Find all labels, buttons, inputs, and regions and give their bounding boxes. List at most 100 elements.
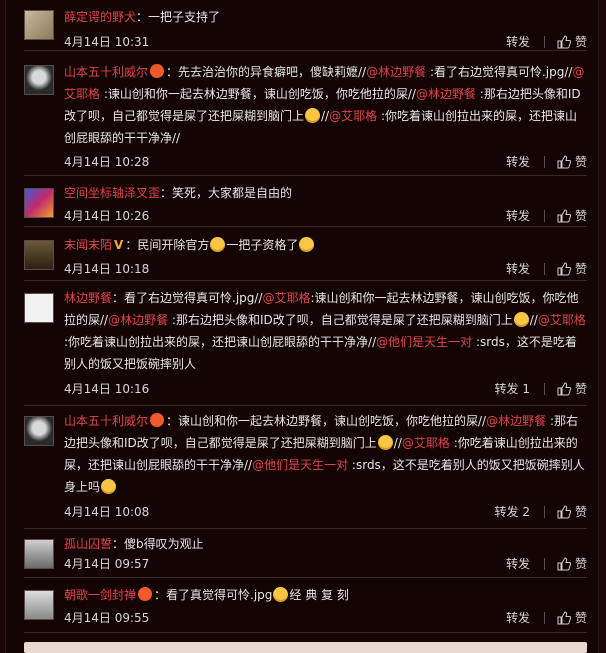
verified-badge-icon: V — [114, 238, 124, 252]
avatar[interactable] — [24, 539, 54, 569]
thumbs-up-icon — [557, 610, 571, 624]
comment-meta: 4月14日 10:08 转发 2 赞 — [64, 503, 587, 521]
comment-item: 山本五十利威尔 ：谏山创和你一起去林边野餐，谏山创吃饭，你吃他拉的屎//@林边野餐… — [24, 410, 587, 529]
repost-button[interactable]: 转发 — [506, 153, 530, 170]
emoji-icon — [513, 312, 529, 327]
divider — [543, 382, 545, 395]
repost-button[interactable]: 转发 — [506, 33, 530, 50]
emoji-icon — [210, 237, 226, 252]
avatar[interactable] — [24, 65, 54, 95]
thumbs-up-icon — [557, 556, 571, 570]
comment-text: 山本五十利威尔 ：先去治治你的异食癖吧，傻缺莉嬷//@林边野餐 :看了右边觉得真可… — [64, 61, 587, 149]
timestamp: 4月14日 10:31 — [64, 35, 150, 49]
repost-button[interactable]: 转发 — [506, 609, 530, 626]
username-link[interactable]: 薛定谔的野犬 — [64, 10, 136, 24]
mention-link[interactable]: @林边野餐 — [416, 87, 476, 101]
comment-meta: 4月14日 10:16 转发 1 赞 — [64, 380, 587, 398]
comment-actions: 转发 赞 — [506, 33, 587, 50]
thumbs-up-icon — [557, 504, 571, 518]
mention-link[interactable]: @艾耶格 — [402, 436, 450, 450]
comment-segment: ：看了真觉得可怜.jpg — [154, 588, 273, 602]
mention-link[interactable]: @艾耶格 — [263, 291, 311, 305]
mention-link[interactable]: @艾耶格 — [329, 109, 377, 123]
username-link[interactable]: 山本五十利威尔 — [64, 414, 148, 428]
like-button[interactable]: 赞 — [557, 609, 587, 626]
comment-meta: 4月14日 10:28 转发 赞 — [64, 153, 587, 171]
comment-segment: 一把子资格了 — [226, 238, 299, 252]
like-button[interactable]: 赞 — [557, 153, 587, 170]
like-button[interactable]: 赞 — [557, 33, 587, 50]
comment-segment: ：民间开除官方 — [125, 238, 210, 252]
mention-link[interactable]: @他们是天生一对 — [252, 458, 348, 472]
repost-button[interactable]: 转发 2 — [495, 503, 530, 520]
divider — [543, 155, 545, 168]
username-link[interactable]: 孤山囚誓 — [64, 537, 112, 551]
comment-actions: 转发 赞 — [506, 260, 587, 277]
divider — [543, 209, 545, 222]
emoji-icon — [377, 435, 393, 450]
comment-item: 林边野餐：看了右边觉得真可怜.jpg//@艾耶格:谏山创和你一起去林边野餐，谏山… — [24, 287, 587, 406]
comment-actions: 转发 1 赞 — [495, 380, 587, 397]
comment-body: ：傻b得叹为观止 — [112, 537, 204, 551]
comment-segment: ：先去治治你的异食癖吧，傻缺莉嬷// — [166, 65, 367, 79]
comment-text: 末闻末陌 V ：民间开除官方 一把子资格了 — [64, 234, 587, 256]
like-button[interactable]: 赞 — [557, 555, 587, 572]
repost-button[interactable]: 转发 1 — [495, 380, 530, 397]
mention-link[interactable]: @林边野餐 — [486, 414, 546, 428]
mention-link[interactable]: @林边野餐 — [366, 65, 426, 79]
avatar[interactable] — [24, 590, 54, 620]
username-link[interactable]: 末闻末陌 — [64, 238, 112, 252]
timestamp: 4月14日 10:28 — [64, 155, 150, 169]
comment-actions: 转发 赞 — [506, 207, 587, 224]
comment-actions: 转发 2 赞 — [495, 503, 587, 520]
mention-link[interactable]: @艾耶格 — [538, 313, 586, 327]
like-label: 赞 — [574, 611, 587, 625]
repost-button[interactable]: 转发 — [506, 555, 530, 572]
comment-body: ：笑死，大家都是自由的 — [160, 186, 293, 200]
timestamp: 4月14日 09:57 — [64, 557, 150, 571]
comment-segment: 经 典 复 刻 — [289, 588, 349, 602]
comment-text: 孤山囚誓：傻b得叹为观止 — [64, 533, 587, 555]
divider — [543, 35, 545, 48]
truncated-notice-bar — [24, 642, 587, 653]
comment-meta: 4月14日 09:55 转发 赞 — [64, 609, 587, 627]
comment-text: 朝歌一剑封禅 ：看了真觉得可怜.jpg 经 典 复 刻 — [64, 584, 587, 606]
comment-text: 薛定谔的野犬：一把子支持了 — [64, 6, 587, 28]
divider — [543, 505, 545, 518]
comment-segment: :你吃着谏山创拉出来的屎，还把谏山创屁眼舔的干干净净// — [64, 335, 377, 349]
member-badge-icon — [138, 587, 153, 601]
username-link[interactable]: 朝歌一剑封禅 — [64, 588, 136, 602]
emoji-icon — [305, 108, 321, 123]
avatar[interactable] — [24, 416, 54, 446]
comment-item: 朝歌一剑封禅 ：看了真觉得可怜.jpg 经 典 复 刻 4月14日 09:55 转发… — [24, 584, 587, 633]
like-button[interactable]: 赞 — [557, 380, 587, 397]
thumbs-up-icon — [557, 154, 571, 168]
comment-body: ：一把子支持了 — [136, 10, 221, 24]
username-link[interactable]: 山本五十利威尔 — [64, 65, 148, 79]
like-button[interactable]: 赞 — [557, 207, 587, 224]
like-label: 赞 — [574, 262, 587, 276]
timestamp: 4月14日 09:55 — [64, 611, 150, 625]
comment-actions: 转发 赞 — [506, 555, 587, 572]
repost-button[interactable]: 转发 — [506, 260, 530, 277]
avatar[interactable] — [24, 293, 54, 323]
divider — [543, 262, 545, 275]
comment-item: 末闻末陌 V ：民间开除官方 一把子资格了 4月14日 10:18 转发 赞 — [24, 234, 587, 281]
username-link[interactable]: 林边野餐 — [64, 291, 112, 305]
avatar[interactable] — [24, 188, 54, 218]
mention-link[interactable]: @林边野餐 — [108, 313, 168, 327]
comment-item: 空间坐标轴泽叉歪：笑死，大家都是自由的 4月14日 10:26 转发 赞 — [24, 182, 587, 227]
comment-segment: :看了右边觉得真可怜.jpg// — [426, 65, 573, 79]
timestamp: 4月14日 10:08 — [64, 505, 150, 519]
mention-link[interactable]: @他们是天生一对 — [376, 335, 472, 349]
like-button[interactable]: 赞 — [557, 503, 587, 520]
timestamp: 4月14日 10:18 — [64, 262, 150, 276]
username-link[interactable]: 空间坐标轴泽叉歪 — [64, 186, 160, 200]
thumbs-up-icon — [557, 34, 571, 48]
repost-button[interactable]: 转发 — [506, 207, 530, 224]
avatar[interactable] — [24, 10, 54, 40]
avatar[interactable] — [24, 240, 54, 270]
timestamp: 4月14日 10:26 — [64, 209, 150, 223]
like-button[interactable]: 赞 — [557, 260, 587, 277]
comment-meta: 4月14日 09:57 转发 赞 — [64, 555, 587, 573]
